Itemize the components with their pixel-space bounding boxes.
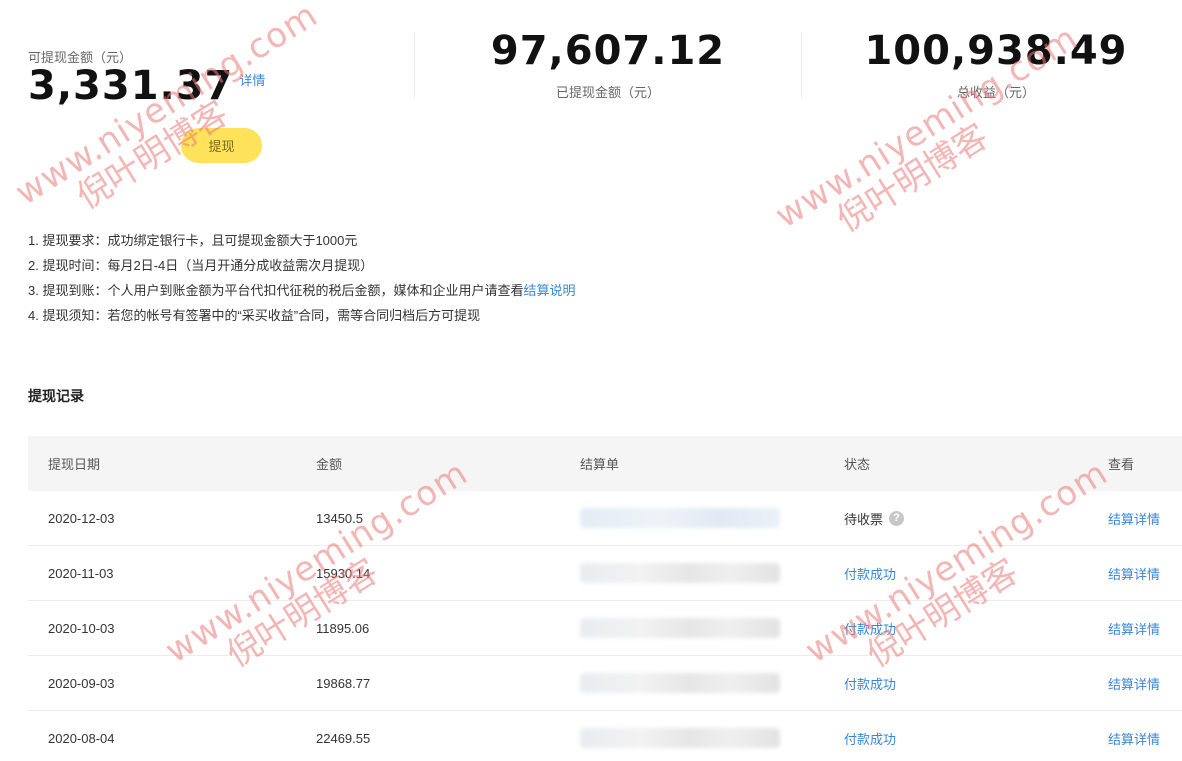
blurred-bill-id [580,508,780,528]
settlement-detail-link[interactable]: 结算详情 [1108,509,1160,528]
row-bill [580,673,780,693]
row-amount: 13450.5 [316,510,363,526]
settlement-detail-link[interactable]: 结算详情 [1108,674,1160,693]
rule-3: 3. 提现到账：个人用户到账金额为平台代扣代征税的税后金额，媒体和企业用户请查看… [28,278,575,303]
withdrawn-label: 已提现金额（元） [555,85,660,100]
settlement-explain-link[interactable]: 结算说明 [523,283,575,298]
table-row: 2020-09-03 19868.77 付款成功 结算详情 [28,656,1182,711]
question-circle-icon[interactable]: ? [889,510,905,526]
total-card: 100,938.49 总收益（元） [806,28,1182,101]
rule-3-text: 3. 提现到账：个人用户到账金额为平台代扣代征税的税后金额，媒体和企业用户请查看 [28,283,524,298]
blurred-bill-id [580,728,780,748]
withdrawn-card: 97,607.12 已提现金额（元） [418,28,798,101]
withdrawn-amount: 97,607.12 [490,28,726,74]
row-amount: 15930.14 [316,565,371,581]
table-row: 2020-12-03 13450.5 待收票 ? 结算详情 [28,491,1182,546]
row-status: 付款成功 [844,564,896,583]
total-label: 总收益（元） [956,85,1035,100]
settlement-detail-link[interactable]: 结算详情 [1108,564,1160,583]
status-text[interactable]: 付款成功 [844,729,896,748]
withdraw-rules: 1. 提现要求：成功绑定银行卡，且可提现金额大于1000元 2. 提现时间：每月… [28,228,575,328]
row-date: 2020-12-03 [48,510,115,526]
available-card: 可提现金额（元） 3,331.37 详情 [28,50,328,108]
blurred-bill-id [580,673,780,693]
rule-2: 2. 提现时间：每月2日-4日（当月开通分成收益需次月提现） [28,258,374,273]
row-bill [580,508,780,528]
header-amount: 金额 [316,457,343,472]
row-status: 付款成功 [844,674,896,693]
header-date: 提现日期 [48,457,101,472]
summary-section: 可提现金额（元） 3,331.37 详情 提现 97,607.12 已提现金额（… [0,0,1182,200]
divider [801,32,802,98]
row-date: 2020-11-03 [48,565,114,581]
row-date: 2020-09-03 [48,675,115,691]
table-row: 2020-08-04 22469.55 付款成功 结算详情 [28,711,1182,761]
status-text: 待收票 [844,511,884,527]
row-bill [580,563,780,583]
available-amount: 3,331.37 [28,63,234,109]
row-date: 2020-08-04 [48,730,115,746]
records-title: 提现记录 [28,388,84,404]
blurred-bill-id [580,618,780,638]
row-status: 付款成功 [844,729,896,748]
detail-link[interactable]: 详情 [239,70,265,89]
header-view: 查看 [1108,457,1135,472]
row-status: 待收票 ? [844,509,905,528]
settlement-detail-link[interactable]: 结算详情 [1108,729,1160,748]
row-amount: 11895.06 [316,620,370,636]
settlement-detail-link[interactable]: 结算详情 [1108,619,1160,638]
status-text[interactable]: 付款成功 [844,619,896,638]
available-amount-row: 3,331.37 详情 [28,64,328,108]
table-row: 2020-11-03 15930.14 付款成功 结算详情 [28,546,1182,601]
rule-1: 1. 提现要求：成功绑定银行卡，且可提现金额大于1000元 [28,233,358,248]
row-bill [580,728,780,748]
header-status: 状态 [844,457,871,472]
row-date: 2020-10-03 [48,620,115,636]
header-bill: 结算单 [580,457,620,472]
blurred-bill-id [580,563,780,583]
total-amount: 100,938.49 [864,28,1128,74]
records-table: 提现日期 金额 结算单 状态 查看 2020-12-03 13450.5 待收票… [28,436,1182,761]
table-header: 提现日期 金额 结算单 状态 查看 [28,436,1182,491]
withdraw-button[interactable]: 提现 [181,128,262,163]
row-amount: 19868.77 [316,675,371,691]
divider [414,32,415,98]
row-status: 付款成功 [844,619,896,638]
status-text[interactable]: 付款成功 [844,674,896,693]
rule-4: 4. 提现须知：若您的帐号有签署中的“采买收益”合同，需等合同归档后方可提现 [28,308,481,323]
status-text[interactable]: 付款成功 [844,564,896,583]
withdraw-page: 可提现金额（元） 3,331.37 详情 提现 97,607.12 已提现金额（… [0,0,1182,761]
table-row: 2020-10-03 11895.06 付款成功 结算详情 [28,601,1182,656]
row-amount: 22469.55 [316,730,371,746]
row-bill [580,618,780,638]
